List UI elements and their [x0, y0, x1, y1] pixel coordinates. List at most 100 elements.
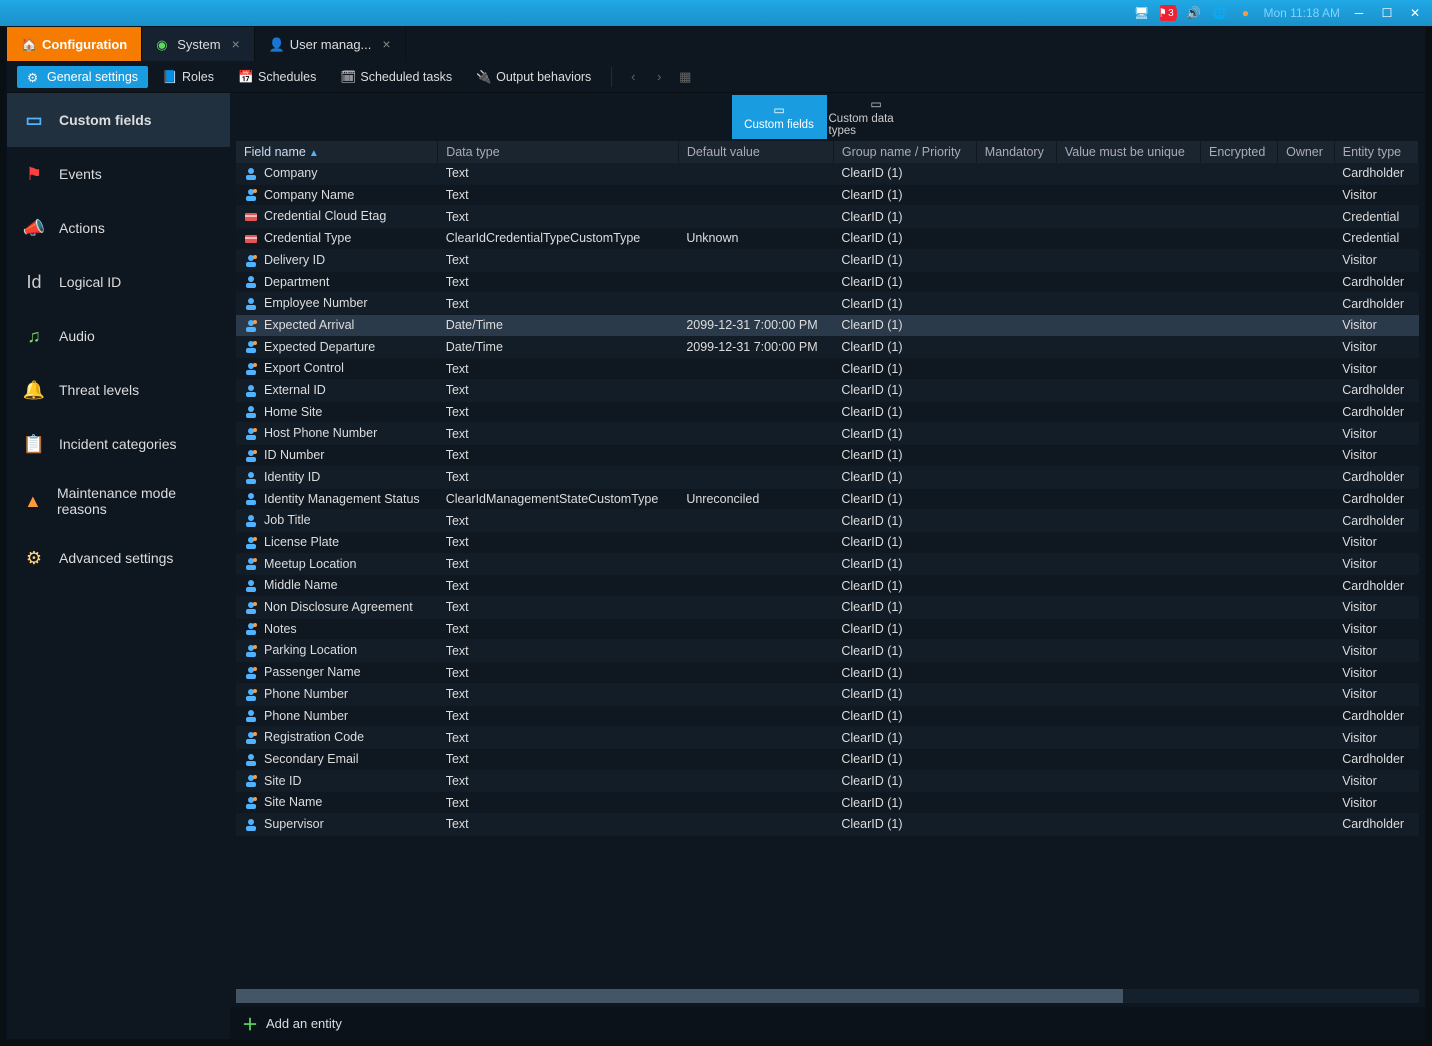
ribbon-roles[interactable]: 📘Roles: [152, 66, 224, 88]
cell: ClearID (1): [833, 249, 976, 271]
cell: [976, 792, 1056, 814]
nav-actions[interactable]: 📣Actions: [7, 201, 230, 255]
table-row[interactable]: ID NumberTextClearID (1)Visitor: [236, 445, 1419, 467]
table-row[interactable]: Registration CodeTextClearID (1)Visitor: [236, 727, 1419, 749]
cell: Department: [236, 271, 438, 293]
table-row[interactable]: Credential TypeClearIdCredentialTypeCust…: [236, 228, 1419, 250]
ribbon-general-settings[interactable]: ⚙General settings: [17, 66, 148, 88]
cell: Secondary Email: [236, 748, 438, 770]
nav-events[interactable]: ⚑Events: [7, 147, 230, 201]
cell: [1056, 770, 1200, 792]
cell: [678, 184, 833, 206]
table-row[interactable]: Credential Cloud EtagTextClearID (1)Cred…: [236, 206, 1419, 228]
cell: Text: [438, 163, 679, 184]
col-encrypted[interactable]: Encrypted: [1201, 141, 1278, 163]
nav-audio[interactable]: ♫Audio: [7, 309, 230, 363]
cell: [678, 814, 833, 836]
nav-logical-id[interactable]: IdLogical ID: [7, 255, 230, 309]
table-row[interactable]: Site NameTextClearID (1)Visitor: [236, 792, 1419, 814]
cell: [1278, 770, 1335, 792]
table-row[interactable]: Employee NumberTextClearID (1)Cardholder: [236, 293, 1419, 315]
close-window-button[interactable]: ✕: [1406, 4, 1424, 22]
nav-back-button[interactable]: ‹: [622, 69, 644, 84]
tab-configuration[interactable]: 🏠Configuration: [7, 27, 142, 61]
tab-user-manag-[interactable]: 👤User manag...×: [255, 27, 406, 61]
nav-maintenance-mode-reasons[interactable]: ▲Maintenance mode reasons: [7, 471, 230, 531]
nav-advanced-settings[interactable]: ⚙Advanced settings: [7, 531, 230, 585]
close-tab-icon[interactable]: ×: [382, 36, 390, 52]
ribbon-schedules[interactable]: 📅Schedules: [228, 66, 326, 88]
col-value-must-be-unique[interactable]: Value must be unique: [1056, 141, 1200, 163]
table-row[interactable]: Company NameTextClearID (1)Visitor: [236, 184, 1419, 206]
subtab-custom-data-types[interactable]: ▭Custom data types: [829, 95, 924, 139]
tray-alert-icon[interactable]: ⚑3: [1160, 5, 1176, 21]
custom-fields-table-wrap[interactable]: Field name▲Data typeDefault valueGroup n…: [236, 141, 1419, 989]
ribbon-output-behaviors[interactable]: 🔌Output behaviors: [466, 66, 601, 88]
table-row[interactable]: NotesTextClearID (1)Visitor: [236, 618, 1419, 640]
system-bar: 🖥 ⚑3 🔊 🌐 ● Mon 11:18 AM ─ ☐ ✕: [0, 0, 1432, 26]
minimize-button[interactable]: ─: [1350, 4, 1368, 22]
tray-devices-icon[interactable]: 🖥: [1134, 5, 1150, 21]
table-row[interactable]: Expected DepartureDate/Time2099-12-31 7:…: [236, 336, 1419, 358]
table-row[interactable]: License PlateTextClearID (1)Visitor: [236, 531, 1419, 553]
col-data-type[interactable]: Data type: [438, 141, 679, 163]
table-row[interactable]: Delivery IDTextClearID (1)Visitor: [236, 249, 1419, 271]
table-row[interactable]: Job TitleTextClearID (1)Cardholder: [236, 510, 1419, 532]
table-row[interactable]: Passenger NameTextClearID (1)Visitor: [236, 662, 1419, 684]
nav-custom-fields[interactable]: ▭Custom fields: [7, 93, 230, 147]
cell: [678, 380, 833, 402]
table-row[interactable]: SupervisorTextClearID (1)Cardholder: [236, 814, 1419, 836]
nav-forward-button[interactable]: ›: [648, 69, 670, 84]
nav-threat-levels[interactable]: 🔔Threat levels: [7, 363, 230, 417]
close-tab-icon[interactable]: ×: [232, 36, 240, 52]
table-row[interactable]: Phone NumberTextClearID (1)Visitor: [236, 683, 1419, 705]
col-group-name-priority[interactable]: Group name / Priority: [833, 141, 976, 163]
table-row[interactable]: External IDTextClearID (1)Cardholder: [236, 380, 1419, 402]
maximize-button[interactable]: ☐: [1378, 4, 1396, 22]
table-row[interactable]: Phone NumberTextClearID (1)Cardholder: [236, 705, 1419, 727]
table-row[interactable]: Identity IDTextClearID (1)Cardholder: [236, 466, 1419, 488]
tray-dot-icon[interactable]: ●: [1238, 5, 1254, 21]
col-default-value[interactable]: Default value: [678, 141, 833, 163]
table-row[interactable]: Meetup LocationTextClearID (1)Visitor: [236, 553, 1419, 575]
cell: Text: [438, 553, 679, 575]
table-row[interactable]: Parking LocationTextClearID (1)Visitor: [236, 640, 1419, 662]
table-row[interactable]: Identity Management StatusClearIdManagem…: [236, 488, 1419, 510]
col-field-name[interactable]: Field name▲: [236, 141, 438, 163]
main-content: ▭Custom fields▭Custom data types Field n…: [230, 93, 1425, 1039]
subtab-custom-fields[interactable]: ▭Custom fields: [732, 95, 827, 139]
table-row[interactable]: Home SiteTextClearID (1)Cardholder: [236, 401, 1419, 423]
tray-volume-icon[interactable]: 🔊: [1186, 5, 1202, 21]
cell: Cardholder: [1334, 748, 1418, 770]
table-row[interactable]: Non Disclosure AgreementTextClearID (1)V…: [236, 597, 1419, 619]
cell: [678, 662, 833, 684]
table-row[interactable]: DepartmentTextClearID (1)Cardholder: [236, 271, 1419, 293]
table-row[interactable]: CompanyTextClearID (1)Cardholder: [236, 163, 1419, 184]
col-owner[interactable]: Owner: [1278, 141, 1335, 163]
table-row[interactable]: Secondary EmailTextClearID (1)Cardholder: [236, 748, 1419, 770]
add-entity-icon[interactable]: ＋: [242, 1011, 258, 1035]
table-row[interactable]: Expected ArrivalDate/Time2099-12-31 7:00…: [236, 314, 1419, 336]
table-row[interactable]: Export ControlTextClearID (1)Visitor: [236, 358, 1419, 380]
table-row[interactable]: Site IDTextClearID (1)Visitor: [236, 770, 1419, 792]
visitor-icon: [244, 644, 258, 658]
person-icon: [244, 709, 258, 723]
add-entity-label[interactable]: Add an entity: [266, 1016, 342, 1031]
cell: [976, 184, 1056, 206]
cell: [678, 727, 833, 749]
cell: Text: [438, 510, 679, 532]
cell: [1278, 293, 1335, 315]
nav-incident-categories[interactable]: 📋Incident categories: [7, 417, 230, 471]
col-mandatory[interactable]: Mandatory: [976, 141, 1056, 163]
nav-more-button[interactable]: ▦: [674, 69, 696, 85]
ribbon-scheduled-tasks[interactable]: 🗓Scheduled tasks: [330, 66, 462, 88]
col-entity-type[interactable]: Entity type: [1334, 141, 1418, 163]
tab-system[interactable]: ◉System×: [142, 27, 255, 61]
cell: Unknown: [678, 228, 833, 250]
cell: [1278, 336, 1335, 358]
table-row[interactable]: Host Phone NumberTextClearID (1)Visitor: [236, 423, 1419, 445]
horizontal-scrollbar[interactable]: [236, 989, 1419, 1003]
tray-globe-icon[interactable]: 🌐: [1212, 5, 1228, 21]
table-row[interactable]: Middle NameTextClearID (1)Cardholder: [236, 575, 1419, 597]
cell: Text: [438, 705, 679, 727]
